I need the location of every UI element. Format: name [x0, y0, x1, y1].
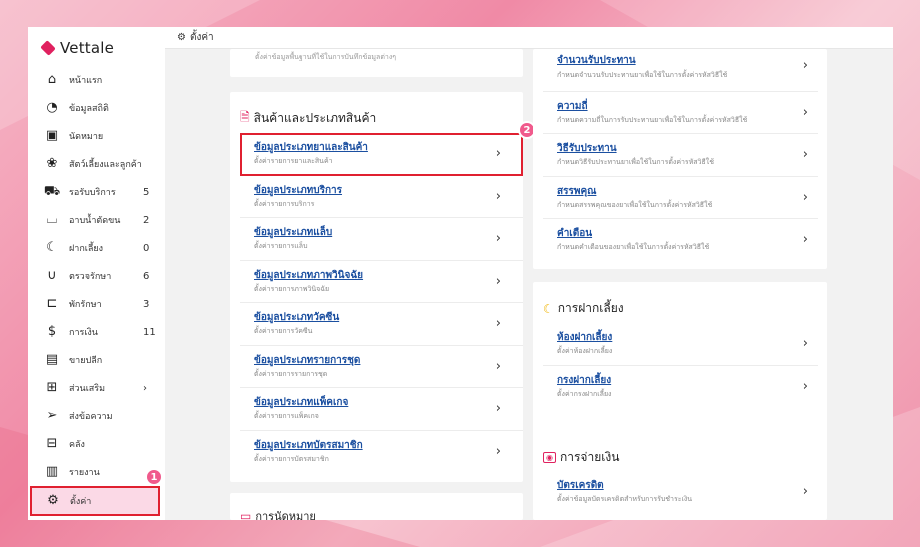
products-list: ข้อมูลประเภทยาและสินค้า ตั้งค่ารายการยาแล…: [240, 133, 523, 473]
card-partial-text: ตั้งค่าข้อมูลพื้นฐานที่ใช้ในการบันทึกข้อ…: [255, 53, 396, 61]
top-bar: ⚙ ตั้งค่า: [165, 27, 893, 49]
page-title: ตั้งค่า: [189, 32, 214, 43]
send-icon: ➢: [46, 408, 58, 423]
chevron-right-icon: ›: [143, 382, 147, 394]
sidebar-item-retail[interactable]: ▤ ขายปลีก: [28, 346, 165, 374]
step-badge-1: 1: [145, 468, 163, 486]
sidebar-item-appointments[interactable]: ▣ นัดหมาย: [28, 122, 165, 150]
money-icon: $: [47, 324, 57, 339]
appointment-card: ▭ การนัดหมาย: [230, 493, 523, 520]
sidebar-nav: ⌂ หน้าแรก ◔ ข้อมูลสถิติ ▣ นัดหมาย ❀ สัตว์เลี…: [28, 66, 165, 516]
list-item-drug-products[interactable]: ข้อมูลประเภทยาและสินค้า ตั้งค่ารายการยาแล…: [240, 133, 523, 176]
app-logo[interactable]: Vettale: [40, 39, 115, 57]
products-card-title: 🗎 สินค้าและประเภทสินค้า: [240, 108, 376, 129]
cash-icon: ◉: [543, 452, 556, 463]
sidebar-item-pets[interactable]: ❀ สัตว์เลี้ยงและลูกค้า: [28, 150, 165, 178]
chevron-right-icon: ›: [495, 443, 501, 459]
gear-icon: ⚙: [47, 493, 59, 508]
chevron-right-icon: ›: [802, 232, 808, 247]
sidebar-item-boarding[interactable]: ☾ ฝากเลี้ยง 0: [28, 234, 165, 262]
moon-icon: ☾: [543, 301, 554, 316]
payment-list: บัตรเครดิต ตั้งค่าข้อมูลบัตรเครดิตสำหรับก…: [543, 471, 818, 514]
plus-icon: ⊞: [46, 380, 58, 395]
tag-icon: [40, 40, 56, 56]
sidebar-item-reports[interactable]: ▥ รายงาน: [28, 458, 165, 486]
payment-card-title: ◉ การจ่ายเงิน: [543, 448, 619, 467]
list-item-services[interactable]: ข้อมูลประเภทบริการ ตั้งค่ารายการบริการ ›: [240, 176, 523, 218]
chevron-right-icon: ›: [495, 358, 501, 374]
list-item-warnings[interactable]: คำเตือน กำหนดคำเตือนของยาเพื่อใช้ในการตั้…: [543, 219, 818, 262]
sidebar-item-treatment[interactable]: ∪ ตรวจรักษา 6: [28, 262, 165, 290]
sidebar-item-messages[interactable]: ➢ ส่งข้อความ: [28, 402, 165, 430]
sidebar: Vettale ⌂ หน้าแรก ◔ ข้อมูลสถิติ ▣ นัดหมาย ❀…: [28, 27, 165, 520]
products-card: 🗎 สินค้าและประเภทสินค้า ข้อมูลประเภทยาแล…: [230, 92, 523, 482]
boarding-card: ☾ การฝากเลี้ยง ห้องฝากเลี้ยง ตั้งค่าห้องฝ…: [533, 282, 827, 434]
main-content: ⚙ ตั้งค่า ตั้งค่าข้อมูลพื้นฐานที่ใช้ในกา…: [165, 27, 893, 520]
list-item-credit-card[interactable]: บัตรเครดิต ตั้งค่าข้อมูลบัตรเครดิตสำหรับก…: [543, 471, 818, 514]
basic-settings-card: ตั้งค่าข้อมูลพื้นฐานที่ใช้ในการบันทึกข้อ…: [230, 49, 523, 77]
list-item-lab[interactable]: ข้อมูลประเภทแล็บ ตั้งค่ารายการแล็บ ›: [240, 218, 523, 261]
list-item-boarding-room[interactable]: ห้องฝากเลี้ยง ตั้งค่าห้องฝากเลี้ยง ›: [543, 323, 818, 366]
chevron-right-icon: ›: [802, 336, 808, 351]
sidebar-item-waiting[interactable]: ⛟ รอรับบริการ 5: [28, 178, 165, 206]
register-icon: ▤: [45, 352, 59, 367]
chart-icon: ▥: [45, 464, 59, 479]
drug-usage-card: จำนวนรับประทาน กำหนดจำนวนรับประทานยาเพื่อ…: [533, 49, 827, 269]
chevron-right-icon: ›: [802, 104, 808, 120]
list-item-bundle[interactable]: ข้อมูลประเภทรายการชุด ตั้งค่ารายการรายการ…: [240, 346, 523, 388]
bath-icon: ⌴: [46, 212, 58, 227]
chevron-right-icon: ›: [495, 273, 501, 289]
list-item-package[interactable]: ข้อมูลประเภทแพ็คเกจ ตั้งค่ารายการแพ็คเกจ ›: [240, 388, 523, 431]
sidebar-item-addons[interactable]: ⊞ ส่วนเสริม ›: [28, 374, 165, 402]
list-item-imaging[interactable]: ข้อมูลประเภทภาพวินิจฉัย ตั้งค่ารายการภาพว…: [240, 261, 523, 303]
list-item-vaccine[interactable]: ข้อมูลประเภทวัคซีน ตั้งค่ารายการวัคซีน ›: [240, 303, 523, 346]
sidebar-item-grooming[interactable]: ⌴ อาบน้ำตัดขน 2: [28, 206, 165, 234]
document-icon: 🗎: [240, 110, 250, 124]
drug-usage-list: จำนวนรับประทาน กำหนดจำนวนรับประทานยาเพื่อ…: [543, 49, 818, 262]
sidebar-item-settings[interactable]: ⚙ ตั้งค่า: [30, 486, 160, 516]
stethoscope-icon: ∪: [47, 268, 57, 283]
sidebar-item-stats[interactable]: ◔ ข้อมูลสถิติ: [28, 94, 165, 122]
calendar-icon: ▣: [45, 128, 59, 143]
stats-icon: ◔: [46, 100, 58, 115]
boarding-list: ห้องฝากเลี้ยง ตั้งค่าห้องฝากเลี้ยง › กรงฝา…: [543, 323, 818, 408]
home-icon: ⌂: [47, 72, 57, 87]
list-item-membership[interactable]: ข้อมูลประเภทบัตรสมาชิก ตั้งค่ารายการบัตรส…: [240, 431, 523, 474]
appointment-card-title: ▭ การนัดหมาย: [240, 507, 316, 520]
sidebar-item-inventory[interactable]: ⊟ คลัง: [28, 430, 165, 458]
list-item-properties[interactable]: สรรพคุณ กำหนดสรรพคุณของยาเพื่อใช้ในการตั้…: [543, 177, 818, 219]
list-item-administration[interactable]: วิธีรับประทาน กำหนดวิธีรับประทานยาเพื่อใช…: [543, 134, 818, 177]
chevron-right-icon: ›: [802, 58, 808, 73]
list-item-dosage[interactable]: จำนวนรับประทาน กำหนดจำนวนรับประทานยาเพื่อ…: [543, 49, 818, 92]
chevron-right-icon: ›: [495, 316, 501, 331]
sidebar-item-hospital[interactable]: ⊏ พักรักษา 3: [28, 290, 165, 318]
chevron-right-icon: ›: [495, 231, 501, 246]
chevron-right-icon: ›: [802, 147, 808, 162]
chevron-right-icon: ›: [802, 484, 808, 499]
app-name: Vettale: [60, 39, 115, 57]
calendar-icon: ▭: [240, 509, 252, 520]
list-item-frequency[interactable]: ความถี่ กำหนดความถี่ในการรับประทานยาเพื่อ…: [543, 92, 818, 134]
sofa-icon: ⛟: [43, 184, 61, 199]
chevron-right-icon: ›: [802, 189, 808, 205]
chevron-right-icon: ›: [495, 188, 501, 204]
boarding-card-title: ☾ การฝากเลี้ยง: [543, 301, 624, 316]
chevron-right-icon: ›: [495, 146, 501, 161]
list-item-boarding-cage[interactable]: กรงฝากเลี้ยง ตั้งค่ากรงฝากเลี้ยง ›: [543, 366, 818, 409]
chevron-right-icon: ›: [495, 401, 501, 416]
moon-icon: ☾: [46, 240, 58, 255]
sidebar-item-finance[interactable]: $ การเงิน 11: [28, 318, 165, 346]
payment-card: ◉ การจ่ายเงิน บัตรเครดิต ตั้งค่าข้อมูลบัต…: [533, 430, 827, 520]
sidebar-item-home[interactable]: ⌂ หน้าแรก: [28, 66, 165, 94]
bed-icon: ⊏: [46, 296, 58, 311]
chevron-right-icon: ›: [802, 378, 808, 394]
paw-icon: ❀: [46, 156, 58, 171]
gear-icon: ⚙: [177, 32, 186, 43]
app-window: Vettale ⌂ หน้าแรก ◔ ข้อมูลสถิติ ▣ นัดหมาย ❀…: [28, 27, 893, 520]
archive-icon: ⊟: [46, 436, 58, 451]
